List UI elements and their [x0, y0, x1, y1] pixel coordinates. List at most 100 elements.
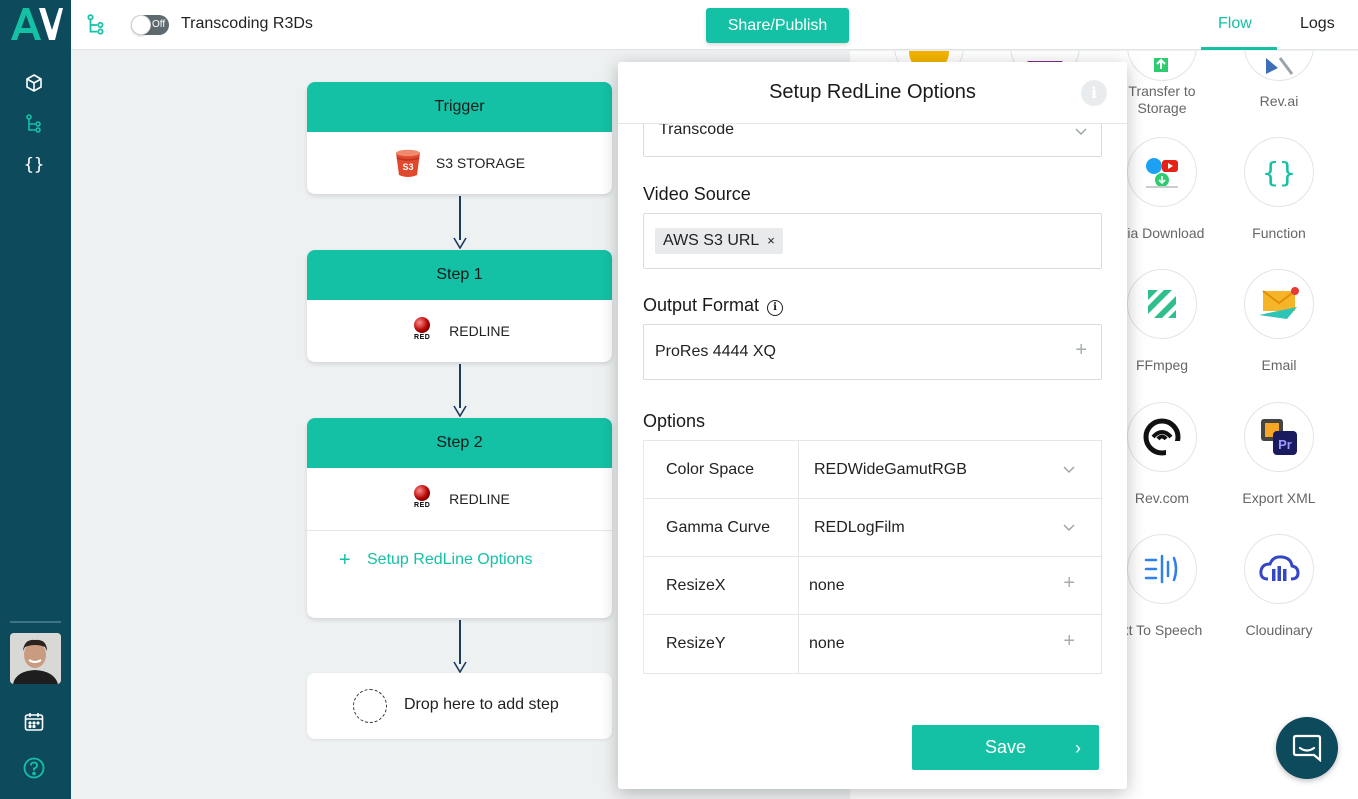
- flow-icon[interactable]: [20, 110, 48, 138]
- trigger-card-title: Trigger: [307, 82, 612, 132]
- option-key: Gamma Curve: [644, 499, 799, 556]
- chip-remove-icon[interactable]: ×: [767, 233, 775, 248]
- ffmpeg-icon[interactable]: [1127, 269, 1197, 339]
- red-logo-icon: RED: [409, 317, 435, 345]
- video-source-label: Video Source: [643, 184, 751, 204]
- active-tab-indicator: [1201, 47, 1277, 50]
- svg-text:Pr: Pr: [1278, 437, 1292, 452]
- rev-ai-icon[interactable]: [1244, 51, 1314, 81]
- chevron-down-icon[interactable]: [1063, 466, 1075, 474]
- tab-logs[interactable]: Logs: [1300, 15, 1335, 33]
- connector-line: [459, 620, 461, 664]
- cloudinary-icon[interactable]: [1244, 534, 1314, 604]
- option-row-resize-y[interactable]: ResizeY none +: [644, 615, 1101, 673]
- trigger-card-body: S3 S3 STORAGE: [307, 132, 612, 194]
- chat-icon: [1292, 734, 1322, 762]
- save-button-label: Save: [984, 737, 1027, 757]
- plus-icon[interactable]: +: [1075, 339, 1087, 362]
- step-1-title: Step 1: [307, 250, 612, 300]
- option-row-gamma-curve[interactable]: Gamma Curve REDLogFilm: [644, 499, 1101, 557]
- plus-icon[interactable]: +: [1063, 630, 1075, 653]
- option-key: ResizeX: [644, 557, 799, 614]
- plus-icon: +: [339, 549, 351, 571]
- help-icon[interactable]: [20, 754, 48, 782]
- app-logo[interactable]: [9, 6, 63, 42]
- media-download-icon[interactable]: [1127, 137, 1197, 207]
- arrow-down-icon: [453, 405, 467, 417]
- option-value[interactable]: REDWideGamutRGB: [814, 441, 967, 499]
- output-format-field[interactable]: ProRes 4444 XQ +: [643, 324, 1102, 380]
- flow-title[interactable]: Transcoding R3Ds: [181, 15, 313, 33]
- save-button[interactable]: Save ›: [912, 725, 1099, 770]
- output-format-label: Output Format i: [643, 295, 784, 316]
- sidebar-divider: [10, 621, 61, 623]
- rev-com-icon[interactable]: [1127, 402, 1197, 472]
- option-key: Color Space: [644, 441, 799, 498]
- step-2-card[interactable]: Step 2 RED REDLINE + Setup RedLine Option…: [307, 418, 612, 618]
- option-value[interactable]: none: [809, 557, 845, 615]
- setup-options-label: Setup RedLine Options: [367, 551, 533, 568]
- step-1-card[interactable]: Step 1 RED REDLINE: [307, 250, 612, 362]
- step-2-title: Step 2: [307, 418, 612, 468]
- trigger-card[interactable]: Trigger S3 S3 STORAGE: [307, 82, 612, 194]
- publish-toggle[interactable]: Off: [131, 15, 169, 35]
- sidebar: {}: [0, 0, 71, 799]
- export-xml-icon[interactable]: Pr: [1244, 402, 1314, 472]
- output-format-value: ProRes 4444 XQ: [655, 343, 776, 360]
- avatar[interactable]: [10, 633, 61, 684]
- option-value[interactable]: none: [809, 615, 845, 673]
- option-row-color-space[interactable]: Color Space REDWideGamutRGB: [644, 441, 1101, 499]
- step-1-service-label: REDLINE: [449, 323, 510, 339]
- chevron-down-icon: [1075, 128, 1087, 135]
- trigger-service-label: S3 STORAGE: [435, 155, 526, 171]
- setup-options-link[interactable]: + Setup RedLine Options: [307, 530, 612, 618]
- chat-launcher-button[interactable]: [1276, 717, 1338, 779]
- arrow-down-icon: [453, 661, 467, 673]
- tab-flow[interactable]: Flow: [1218, 15, 1252, 33]
- red-logo-icon: RED: [409, 485, 435, 513]
- step-2-service-label: REDLINE: [449, 491, 510, 507]
- integration-label: Rev.ai: [1259, 93, 1299, 109]
- option-key: ResizeY: [644, 615, 799, 673]
- toggle-knob: [131, 15, 151, 35]
- toggle-label: Off: [152, 19, 166, 30]
- chip-label: AWS S3 URL: [663, 232, 759, 249]
- options-label: Options: [643, 411, 706, 431]
- info-icon[interactable]: i: [1081, 80, 1107, 106]
- connector-line: [459, 364, 461, 408]
- option-row-resize-x[interactable]: ResizeX none +: [644, 557, 1101, 615]
- code-braces-icon[interactable]: {}: [20, 151, 48, 179]
- options-table: Color Space REDWideGamutRGB Gamma Curve …: [643, 440, 1102, 674]
- step-2-body: RED REDLINE: [307, 468, 612, 530]
- integration-label: Export XML: [1242, 490, 1316, 506]
- integration-label: Function: [1252, 225, 1306, 241]
- info-icon[interactable]: i: [767, 300, 784, 316]
- chevron-right-icon: ›: [1075, 738, 1081, 758]
- arrow-down-icon: [453, 237, 467, 249]
- output-format-label-text: Output Format: [643, 295, 760, 315]
- chevron-down-icon[interactable]: [1063, 524, 1075, 532]
- svg-text:S3: S3: [402, 162, 413, 172]
- text-to-speech-icon[interactable]: [1127, 534, 1197, 604]
- setup-options-modal: Setup RedLine Options i Transcode Video …: [618, 62, 1127, 789]
- plus-icon[interactable]: +: [1063, 572, 1075, 595]
- video-source-input[interactable]: AWS S3 URL ×: [643, 213, 1102, 269]
- integration-label: Email: [1261, 357, 1297, 373]
- transfer-storage-icon[interactable]: [1127, 51, 1197, 81]
- top-bar: Off Transcoding R3Ds Share/Publish Flow …: [71, 0, 1358, 50]
- drop-zone-label: Drop here to add step: [404, 696, 559, 713]
- step-1-body: RED REDLINE: [307, 300, 612, 362]
- dashed-circle-icon: [353, 689, 387, 723]
- drop-zone[interactable]: Drop here to add step: [307, 673, 612, 739]
- share-publish-button[interactable]: Share/Publish: [706, 8, 849, 43]
- modal-title: Setup RedLine Options: [618, 62, 1127, 124]
- connector-line: [459, 196, 461, 240]
- flow-icon[interactable]: [86, 14, 106, 36]
- function-icon[interactable]: {}: [1244, 137, 1314, 207]
- cube-icon[interactable]: [20, 69, 48, 97]
- s3-icon: S3: [395, 149, 420, 177]
- option-value[interactable]: REDLogFilm: [814, 499, 905, 557]
- email-icon[interactable]: [1244, 269, 1314, 339]
- integration-label: Cloudinary: [1245, 622, 1313, 638]
- calendar-icon[interactable]: [20, 708, 48, 736]
